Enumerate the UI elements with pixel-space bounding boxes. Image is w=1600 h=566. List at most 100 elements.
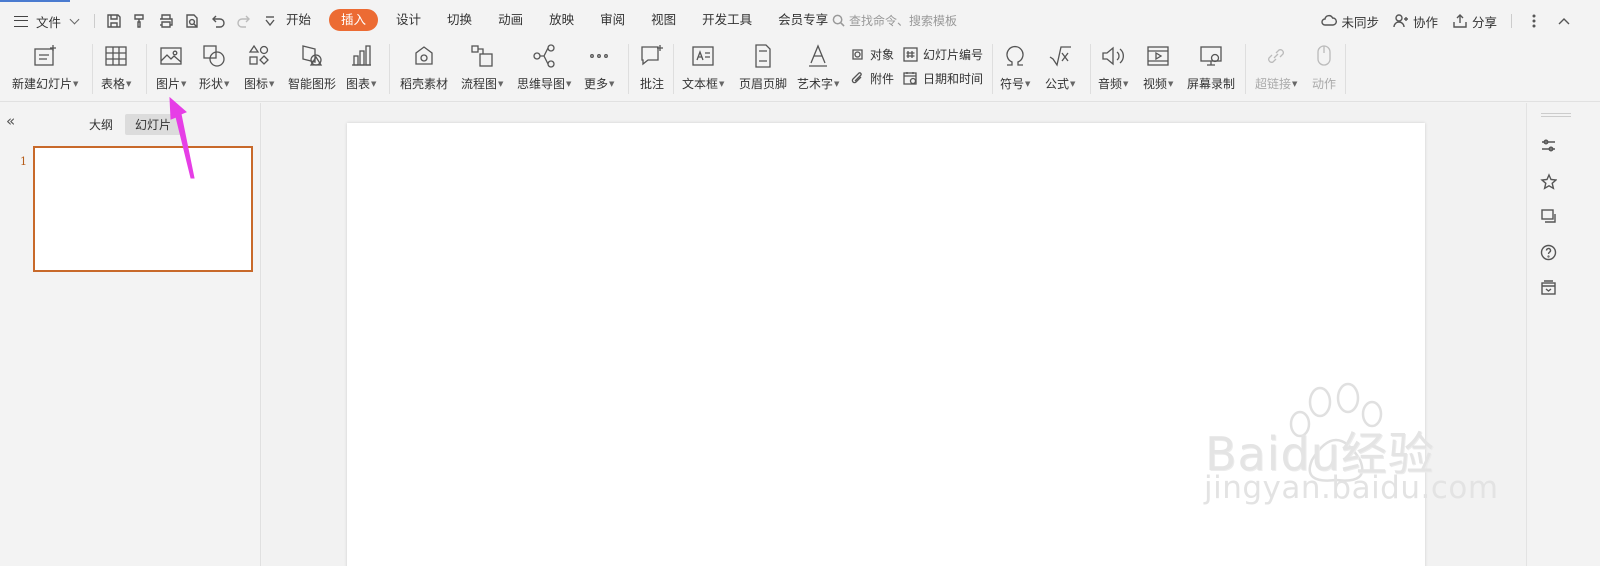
mouse-icon — [1310, 42, 1338, 70]
more-button[interactable]: 更多▼ — [584, 42, 614, 92]
hyperlink-button[interactable]: 超链接▼ — [1255, 42, 1297, 92]
user-plus-icon — [1393, 14, 1408, 28]
textbox-button[interactable]: 文本框▼ — [682, 42, 724, 92]
save-icon[interactable] — [105, 12, 123, 30]
sqrt-icon — [1046, 42, 1074, 70]
customize-toolbar-icon[interactable] — [261, 12, 279, 30]
command-search[interactable]: 查找命令、搜索模板 — [832, 12, 957, 29]
collapse-ribbon-button[interactable] — [1556, 13, 1572, 29]
slide-thumbnail[interactable] — [33, 146, 253, 272]
ribbon-divider — [992, 44, 993, 94]
properties-icon[interactable] — [1537, 134, 1559, 156]
right-side-toolbar — [1526, 103, 1600, 566]
comment-label: 批注 — [639, 77, 664, 91]
insert-ribbon: 新建幻灯片▼ 表格▼ 图片▼ 形状▼ 图标▼ 智能图形 图表▼ 稻壳素材 流程图… — [0, 40, 1600, 102]
shape-button[interactable]: 形状▼ — [199, 42, 229, 92]
format-painter-icon[interactable] — [131, 12, 149, 30]
file-menu-button[interactable]: 文件 — [14, 10, 80, 32]
tab-view[interactable]: 视图 — [643, 9, 684, 31]
toolbar-divider — [94, 14, 95, 28]
icon-button[interactable]: 图标▼ — [244, 42, 274, 92]
screen-record-button[interactable]: 屏幕录制 — [1187, 42, 1235, 92]
comment-icon — [638, 42, 666, 70]
textbox-icon — [689, 42, 717, 70]
tab-outline[interactable]: 大纲 — [79, 114, 123, 135]
video-icon — [1144, 42, 1172, 70]
header-footer-button[interactable]: 页眉页脚 — [739, 42, 787, 92]
top-menu-bar: 文件 开始 插入 设计 切换 动画 放映 审阅 视图 开发工具 会员专享 查找命… — [0, 0, 1600, 40]
collab-label: 协作 — [1412, 14, 1438, 30]
symbol-button[interactable]: 符号▼ — [1000, 42, 1030, 92]
archive-icon[interactable] — [1537, 276, 1559, 298]
ribbon-divider — [628, 44, 629, 94]
tab-review[interactable]: 审阅 — [592, 9, 633, 31]
mindmap-button[interactable]: 思维导图▼ — [517, 42, 571, 92]
quick-access-toolbar — [92, 9, 279, 33]
datetime-label: 日期和时间 — [923, 72, 984, 86]
tab-member[interactable]: 会员专享 — [770, 9, 836, 31]
transition-panel-icon[interactable] — [1537, 205, 1559, 227]
print-icon[interactable] — [157, 12, 175, 30]
more-options-button[interactable] — [1526, 13, 1542, 29]
new-slide-label: 新建幻灯片 — [12, 77, 73, 91]
toolbar-grip-icon — [1541, 113, 1571, 117]
video-button[interactable]: 视频▼ — [1143, 42, 1173, 92]
paperclip-icon — [851, 72, 862, 84]
tab-design[interactable]: 设计 — [388, 9, 429, 31]
table-button[interactable]: 表格▼ — [101, 42, 131, 92]
omega-icon — [1001, 42, 1029, 70]
hamburger-icon — [14, 15, 28, 27]
flowchart-button[interactable]: 流程图▼ — [461, 42, 503, 92]
toolbar-divider — [1511, 14, 1512, 28]
tab-home[interactable]: 开始 — [278, 9, 319, 31]
undo-icon[interactable] — [209, 12, 227, 30]
attachment-button[interactable]: 附件 — [850, 70, 894, 87]
shapes-icon — [200, 42, 228, 70]
help-icon[interactable] — [1537, 241, 1559, 263]
star-icon[interactable] — [1537, 170, 1559, 192]
ribbon-divider — [1345, 44, 1346, 94]
sync-button[interactable]: 未同步 — [1321, 12, 1379, 31]
new-slide-button[interactable]: 新建幻灯片▼ — [12, 42, 78, 92]
chevron-down-icon — [69, 14, 80, 25]
shape-label: 形状 — [199, 77, 224, 91]
formula-button[interactable]: 公式▼ — [1045, 42, 1075, 92]
object-button[interactable]: 对象 — [850, 46, 894, 63]
tab-slideshow[interactable]: 放映 — [541, 9, 582, 31]
slide-number-button[interactable]: 幻灯片编号 — [903, 46, 983, 63]
mindmap-label: 思维导图 — [517, 77, 566, 91]
flowchart-label: 流程图 — [461, 77, 498, 91]
ribbon-divider — [389, 44, 390, 94]
vertical-scrollbar[interactable] — [1512, 103, 1526, 566]
print-preview-icon[interactable] — [183, 12, 201, 30]
ribbon-divider — [1245, 44, 1246, 94]
more-horizontal-icon — [585, 42, 613, 70]
chart-button[interactable]: 图表▼ — [346, 42, 376, 92]
comment-button[interactable]: 批注 — [638, 42, 666, 92]
picture-button[interactable]: 图片▼ — [156, 42, 186, 92]
watermark-brand: Baidu经验 — [1205, 427, 1435, 481]
audio-button[interactable]: 音频▼ — [1098, 42, 1128, 92]
tab-transitions[interactable]: 切换 — [439, 9, 480, 31]
share-button[interactable]: 分享 — [1452, 12, 1497, 31]
daoke-assets-button[interactable]: 稻壳素材 — [400, 42, 448, 92]
audio-label: 音频 — [1098, 77, 1123, 91]
attachment-label: 附件 — [870, 72, 895, 86]
daoke-label: 稻壳素材 — [400, 77, 449, 91]
tab-developer[interactable]: 开发工具 — [694, 9, 760, 31]
bar-chart-icon — [347, 42, 375, 70]
table-icon — [102, 42, 130, 70]
action-button[interactable]: 动作 — [1310, 42, 1338, 92]
tab-animations[interactable]: 动画 — [490, 9, 531, 31]
tab-insert[interactable]: 插入 — [329, 9, 379, 31]
annotation-arrow-icon — [169, 96, 195, 179]
datetime-button[interactable]: 日期和时间 — [903, 70, 983, 87]
redo-icon[interactable] — [235, 12, 253, 30]
smartart-button[interactable]: 智能图形 — [288, 42, 336, 92]
screen-record-label: 屏幕录制 — [1187, 77, 1236, 91]
slide-thumbnail-number: 1 — [20, 155, 27, 168]
collab-button[interactable]: 协作 — [1393, 12, 1438, 31]
action-label: 动作 — [1311, 77, 1336, 91]
collapse-panel-icon[interactable]: « — [6, 114, 15, 129]
wordart-button[interactable]: 艺术字▼ — [797, 42, 839, 92]
